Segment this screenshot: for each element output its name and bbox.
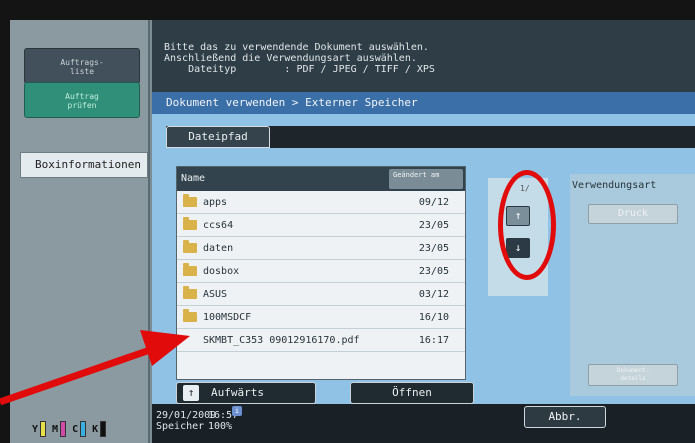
annotation-arrow-head <box>140 330 190 366</box>
annotation-arrow <box>0 330 190 406</box>
annotation-arrow-shaft <box>0 346 152 406</box>
